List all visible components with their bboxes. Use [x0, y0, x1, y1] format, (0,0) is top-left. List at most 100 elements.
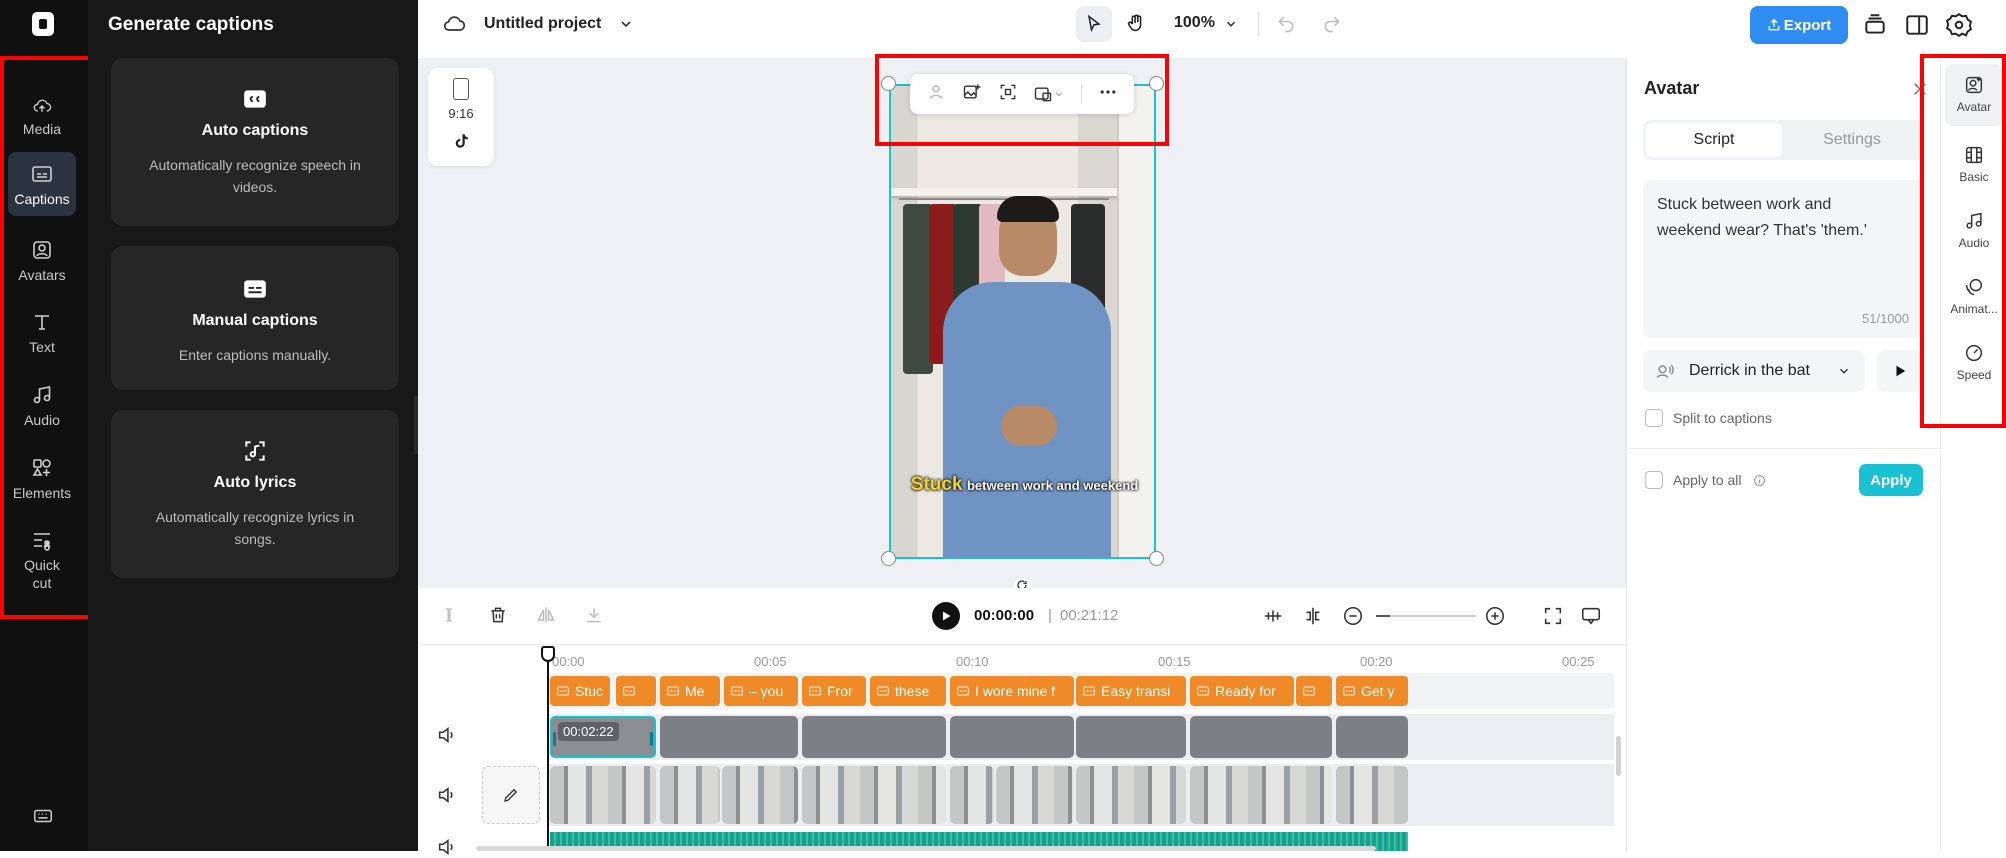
avatar-clip[interactable]	[1336, 716, 1408, 758]
comment-icon[interactable]	[1580, 605, 1602, 627]
edit-cover-button[interactable]	[482, 766, 540, 824]
settings-icon[interactable]	[1946, 12, 1972, 38]
track-volume-icon[interactable]	[436, 784, 458, 806]
trim-handle-left[interactable]	[553, 732, 556, 746]
script-textarea[interactable]: Stuck between work and weekend wear? Tha…	[1643, 180, 1923, 338]
download-icon[interactable]	[584, 605, 604, 625]
avatar-clip-selected[interactable]: 00:02:22	[550, 716, 656, 758]
zoom-in-icon[interactable]	[1484, 605, 1506, 627]
caption-clip[interactable]: Easy transi	[1076, 676, 1186, 706]
caption-clip[interactable]	[1296, 676, 1332, 706]
info-icon[interactable]	[1753, 474, 1766, 487]
tab-settings[interactable]: Settings	[1784, 123, 1920, 157]
script-text: Stuck between work and weekend wear? Tha…	[1657, 196, 1867, 239]
video-clip[interactable]	[996, 766, 1074, 824]
caption-clip-icon	[1343, 686, 1355, 696]
video-clip[interactable]	[1076, 766, 1186, 824]
time-ruler[interactable]: 00:00 00:05 00:10 00:15 00:20 00:25	[548, 648, 1614, 670]
video-preview[interactable]: Stuck between work and weekend	[889, 84, 1156, 559]
tab-script[interactable]: Script	[1646, 123, 1782, 157]
voice-icon	[1656, 364, 1674, 378]
video-clip[interactable]	[1336, 766, 1408, 824]
horizontal-scrollbar[interactable]	[476, 846, 1376, 851]
layers-icon[interactable]	[1862, 12, 1888, 38]
captions-panel: Generate captions Auto captions Automati…	[88, 0, 418, 851]
caption-clip-icon	[1197, 686, 1209, 696]
manual-captions-card[interactable]: Manual captions Enter captions manually.	[111, 246, 399, 390]
split-captions-checkbox[interactable]	[1645, 409, 1663, 427]
playhead-handle[interactable]	[541, 646, 555, 662]
layout-panel-icon[interactable]	[1904, 12, 1930, 38]
redo-icon[interactable]	[1322, 14, 1342, 34]
flip-icon[interactable]	[536, 605, 556, 625]
video-clip[interactable]	[550, 766, 656, 824]
caption-clip-label: Fror	[827, 683, 853, 699]
zoom-level[interactable]: 100%	[1174, 14, 1215, 32]
export-button[interactable]: Export	[1750, 6, 1848, 44]
caption-clip[interactable]: Get y	[1336, 676, 1408, 706]
resize-handle[interactable]	[1149, 551, 1164, 566]
video-clip[interactable]	[660, 766, 720, 824]
vertical-scrollbar[interactable]	[1616, 736, 1621, 776]
auto-lyrics-card[interactable]: Auto lyrics Automatically recognize lyri…	[111, 410, 399, 578]
app-logo[interactable]	[32, 12, 54, 36]
avatar-clip[interactable]	[1076, 716, 1186, 758]
avatar-clip[interactable]	[802, 716, 946, 758]
play-button[interactable]	[932, 602, 960, 630]
caption-text: between work and weekend	[966, 478, 1139, 493]
hand-icon	[1127, 14, 1142, 32]
avatar-clip[interactable]	[950, 716, 1074, 758]
apply-all-checkbox[interactable]	[1645, 471, 1663, 489]
track-volume-icon[interactable]	[436, 724, 458, 746]
video-clip[interactable]	[802, 766, 946, 824]
chevron-down-icon[interactable]	[618, 16, 634, 32]
zoom-chevron-icon[interactable]	[1224, 17, 1238, 31]
caption-clip[interactable]: Me	[660, 676, 720, 706]
caption-clip[interactable]: these	[870, 676, 946, 706]
ruler-label: 00:25	[1562, 654, 1595, 669]
caption-clip[interactable]	[616, 676, 656, 706]
caption-clip[interactable]: Fror	[802, 676, 866, 706]
timeline-zoom-slider[interactable]	[1376, 615, 1476, 617]
play-icon	[1896, 365, 1906, 377]
cloud-sync-icon[interactable]	[442, 12, 466, 36]
video-clip[interactable]	[950, 766, 994, 824]
playhead[interactable]	[547, 652, 549, 851]
apply-button[interactable]: Apply	[1859, 464, 1923, 496]
undo-icon[interactable]	[1276, 14, 1296, 34]
caption-clip[interactable]: Ready for	[1190, 676, 1294, 706]
trim-handle-right[interactable]	[650, 732, 653, 746]
select-tool-button[interactable]	[1076, 6, 1112, 42]
caption-clip[interactable]: – you	[724, 676, 798, 706]
phone-ratio-icon	[453, 78, 469, 100]
cc-icon	[244, 90, 266, 108]
split-icon[interactable]	[440, 606, 458, 624]
fullscreen-icon[interactable]	[1542, 605, 1564, 627]
card-title: Manual captions	[192, 312, 318, 329]
project-name[interactable]: Untitled project	[484, 15, 601, 33]
caption-clip[interactable]: I wore mine f	[950, 676, 1074, 706]
divider	[1627, 448, 1941, 449]
split-clip-icon[interactable]	[1302, 605, 1324, 627]
resize-handle[interactable]	[881, 551, 896, 566]
character-count: 51/1000	[1862, 311, 1909, 326]
track-volume-icon[interactable]	[436, 836, 458, 858]
preview-voice-button[interactable]	[1877, 350, 1923, 392]
play-icon	[943, 611, 951, 621]
current-time: 00:00:00	[974, 607, 1035, 624]
hand-tool-button[interactable]	[1118, 6, 1154, 42]
voice-select[interactable]: Derrick in the bat	[1643, 350, 1865, 392]
auto-captions-card[interactable]: Auto captions Automatically recognize sp…	[111, 58, 399, 226]
avatar-clip[interactable]	[1190, 716, 1332, 758]
tab-label: Settings	[1823, 131, 1881, 148]
tiktok-icon[interactable]	[452, 132, 470, 150]
video-clip[interactable]	[1190, 766, 1332, 824]
keyboard-shortcuts-icon[interactable]	[30, 806, 56, 826]
zoom-out-icon[interactable]	[1342, 605, 1364, 627]
delete-icon[interactable]	[488, 605, 508, 625]
avatar-clip[interactable]	[660, 716, 798, 758]
snap-icon[interactable]	[1262, 605, 1284, 627]
caption-clip[interactable]: Stuc	[550, 676, 610, 706]
aspect-ratio-card[interactable]: 9:16	[428, 68, 494, 166]
video-clip[interactable]	[722, 766, 798, 824]
